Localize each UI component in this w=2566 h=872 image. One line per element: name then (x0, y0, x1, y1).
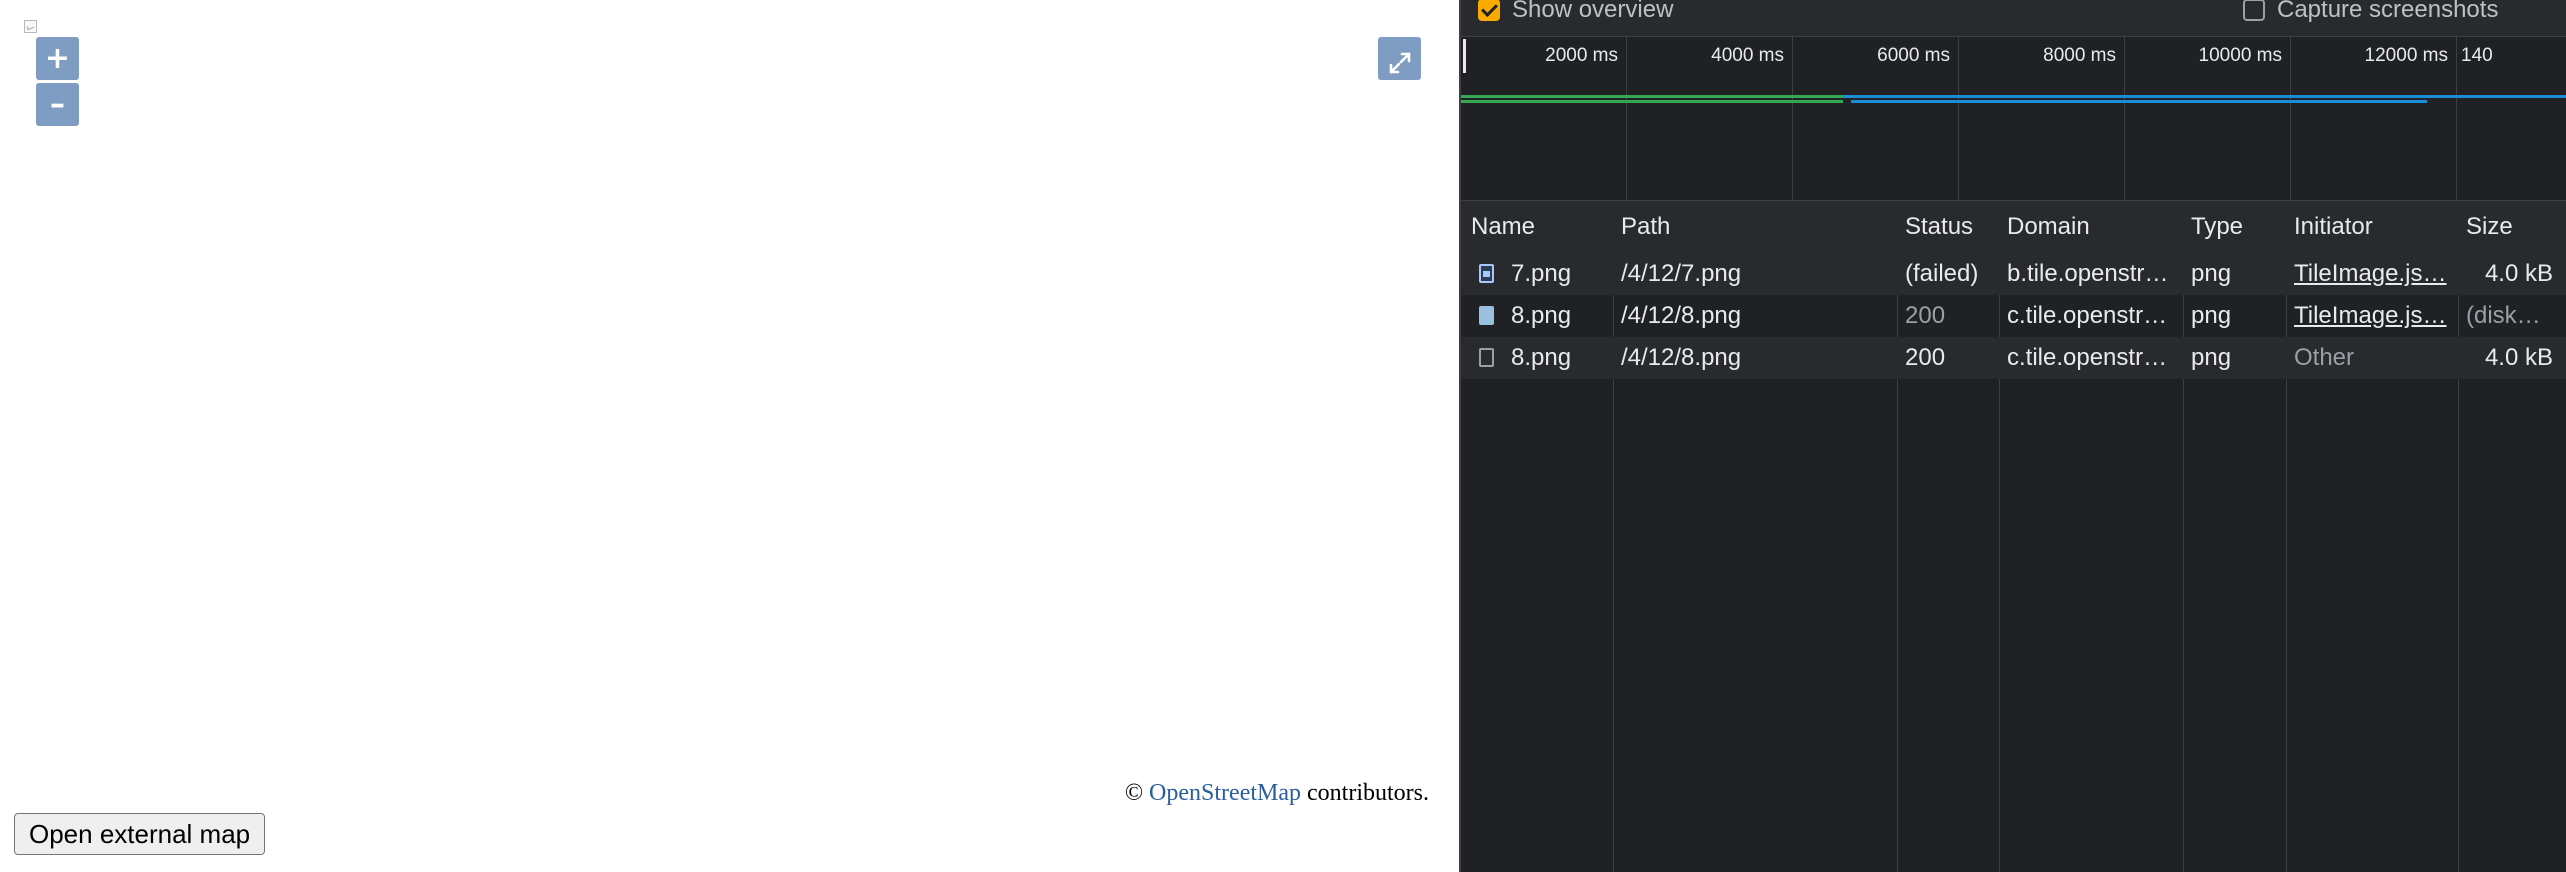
request-domain: b.tile.openstr… (2007, 260, 2169, 287)
column-header-size[interactable]: Size (2466, 206, 2566, 248)
attribution-suffix: contributors. (1307, 780, 1429, 806)
request-size: 4.0 kB (2484, 344, 2553, 371)
tick-label: 140 (2461, 45, 2493, 66)
overview-bar-blue (1843, 95, 2566, 98)
tick-label: 2000 ms (1545, 45, 1618, 66)
checkbox-unchecked-icon[interactable] (2243, 0, 2265, 21)
tick-label: 4000 ms (1711, 45, 1784, 66)
request-type: png (2191, 344, 2232, 371)
capture-screenshots-checkbox[interactable]: Capture screenshots (2243, 0, 2498, 24)
request-domain: c.tile.openstr… (2007, 344, 2168, 371)
document-file-icon (1479, 348, 1494, 367)
image-file-icon (1479, 306, 1494, 325)
request-size: (disk… (2466, 302, 2541, 329)
tick-gridline (1958, 37, 1959, 200)
image-file-icon (1479, 264, 1494, 283)
overview-bar-blue (1851, 100, 2427, 103)
expand-icon (1389, 52, 1410, 74)
column-header-initiator[interactable]: Initiator (2294, 206, 2454, 248)
overview-bar-green (1461, 95, 1843, 98)
request-name: 7.png (1511, 260, 1572, 287)
copyright-symbol: © (1124, 780, 1144, 806)
network-request-table: Name Path Status Domain Type Initiator S… (1461, 201, 2566, 872)
request-type: png (2191, 302, 2232, 329)
request-name: 8.png (1511, 344, 1572, 371)
request-path: /4/12/8.png (1621, 344, 1742, 371)
fullscreen-button[interactable] (1378, 37, 1421, 80)
network-overview-timeline[interactable]: 2000 ms 4000 ms 6000 ms 8000 ms 10000 ms… (1461, 37, 2566, 201)
show-overview-label: Show overview (1512, 0, 1674, 23)
column-header-status[interactable]: Status (1905, 206, 1995, 248)
tick-label: 12000 ms (2364, 45, 2448, 66)
tick-label: 10000 ms (2198, 45, 2282, 66)
openstreetmap-link[interactable]: OpenStreetMap (1149, 780, 1301, 806)
table-row[interactable]: 8.png /4/12/8.png 200 c.tile.openstr… pn… (1461, 337, 2566, 379)
overview-bar-green (1461, 100, 1843, 103)
network-settings-bar: Show overview Capture screenshots (1461, 0, 2566, 37)
zoom-in-button[interactable]: + (36, 37, 79, 80)
show-overview-checkbox[interactable]: Show overview (1478, 0, 1673, 24)
tick-label: 8000 ms (2043, 45, 2116, 66)
table-header-row: Name Path Status Domain Type Initiator S… (1461, 201, 2566, 254)
column-header-type[interactable]: Type (2191, 206, 2281, 248)
request-initiator-link[interactable]: TileImage.js… (2294, 295, 2454, 337)
tick-label: 6000 ms (1877, 45, 1950, 66)
column-header-domain[interactable]: Domain (2007, 206, 2177, 248)
table-row[interactable]: 8.png /4/12/8.png 200 c.tile.openstr… pn… (1461, 295, 2566, 337)
capture-screenshots-label: Capture screenshots (2277, 0, 2499, 23)
request-status: (failed) (1905, 260, 1979, 287)
column-header-path[interactable]: Path (1621, 206, 1891, 248)
zoom-out-button[interactable]: – (36, 83, 79, 126)
table-row[interactable]: 7.png /4/12/7.png (failed) b.tile.openst… (1461, 253, 2566, 295)
request-path: /4/12/8.png (1621, 302, 1742, 329)
request-status: 200 (1905, 344, 1946, 371)
column-header-name[interactable]: Name (1471, 206, 1609, 248)
request-domain: c.tile.openstr… (2007, 302, 2168, 329)
tick-gridline (2456, 37, 2457, 200)
request-size: 4.0 kB (2484, 260, 2553, 287)
request-status: 200 (1905, 302, 1946, 329)
map-attribution: © OpenStreetMap contributors. (1125, 780, 1429, 807)
devtools-network-panel: Show overview Capture screenshots 2000 m… (1459, 0, 2566, 872)
map-viewport[interactable]: + – © OpenStreetMap contributors. Open e… (0, 0, 1459, 872)
tick-gridline (2290, 37, 2291, 200)
request-initiator-link[interactable]: TileImage.js… (2294, 253, 2454, 295)
broken-image-icon (24, 20, 37, 33)
tick-gridline (1792, 37, 1793, 200)
request-type: png (2191, 260, 2232, 287)
open-external-map-button[interactable]: Open external map (14, 813, 266, 855)
request-path: /4/12/7.png (1621, 260, 1742, 287)
checkbox-checked-icon[interactable] (1478, 0, 1500, 21)
timeline-cursor[interactable] (1463, 39, 1466, 73)
request-name: 8.png (1511, 302, 1572, 329)
request-initiator: Other (2294, 344, 2355, 371)
tick-gridline (2124, 37, 2125, 200)
tick-gridline (1626, 37, 1627, 200)
